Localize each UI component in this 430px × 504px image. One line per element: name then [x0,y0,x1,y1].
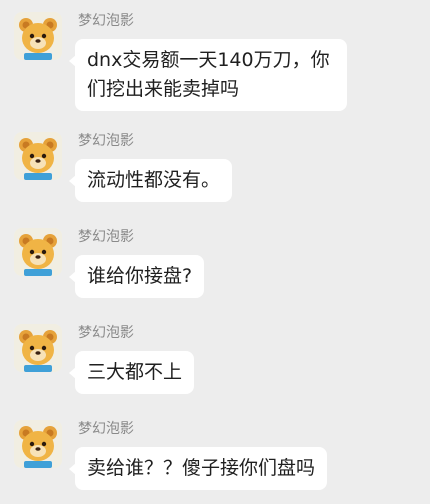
message-bubble[interactable]: 谁给你接盘? [68,255,205,298]
bear-avatar-icon[interactable] [14,228,62,276]
bear-avatar-icon[interactable] [14,324,62,372]
sender-name: 梦幻泡影 [78,325,134,341]
message-bubble[interactable]: 三大都不上 [68,351,195,394]
sender-name: 梦幻泡影 [78,13,134,29]
sender-name: 梦幻泡影 [78,229,134,245]
sender-name: 梦幻泡影 [78,133,134,149]
bear-avatar-icon[interactable] [14,12,62,60]
message-bubble[interactable]: dnx交易额一天140万刀，你们挖出来能卖掉吗 [69,39,347,111]
sender-name: 梦幻泡影 [78,421,134,437]
bear-avatar-icon[interactable] [14,420,62,468]
bear-avatar-icon[interactable] [14,132,62,180]
message-bubble[interactable]: 卖给谁？？傻子接你们盘吗 [68,447,328,490]
chat-message-list: 梦幻泡影 dnx交易额一天140万刀，你们挖出来能卖掉吗 梦幻泡影 流动性都没有… [0,0,430,504]
message-bubble[interactable]: 流动性都没有。 [68,159,233,202]
